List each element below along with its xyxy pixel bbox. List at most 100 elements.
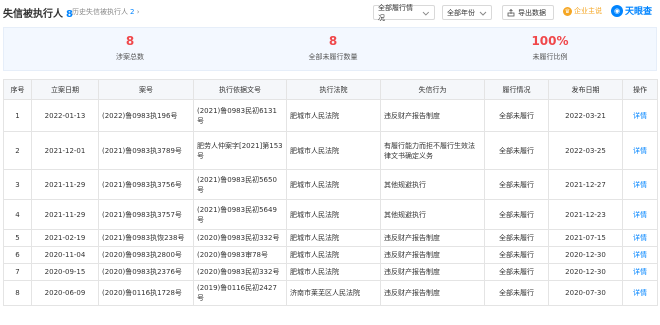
cell-case-no: (2022)鲁0983执196号 (98, 99, 194, 132)
cell-basis-no: (2020)鲁0983审78号 (193, 246, 287, 264)
detail-link[interactable]: 详情 (622, 246, 658, 264)
table-row: 5 2021-02-19 (2021)鲁0983执恢238号 (2020)鲁09… (3, 229, 658, 247)
cell-court[interactable]: 肥城市人民法院 (286, 246, 381, 264)
dishonest-table: 序号 立案日期 案号 执行依据文号 执行法院 失信行为 履行情况 发布日期 操作… (3, 79, 658, 306)
cell-status: 全部未履行 (484, 199, 549, 230)
filter-year-dropdown[interactable]: 全部年份 (442, 5, 492, 20)
cell-status: 全部未履行 (484, 229, 549, 247)
stat-unfulfilled-label: 全部未履行数量 (308, 53, 358, 61)
cell-status: 全部未履行 (484, 131, 549, 170)
cell-basis-no: (2021)鲁0983民初5650号 (193, 169, 287, 200)
chevron-down-icon (422, 11, 430, 16)
cell-index: 8 (3, 280, 32, 306)
cell-filing-date: 2021-12-01 (31, 131, 99, 170)
stat-ratio-label: 未履行比例 (532, 53, 568, 61)
cell-behavior: 违反财产报告制度 (380, 280, 485, 306)
filter-status-value: 全部履行情况 (378, 3, 413, 22)
cell-filing-date: 2020-06-09 (31, 280, 99, 306)
col-header: 序号 (3, 79, 32, 100)
cell-filing-date: 2020-11-04 (31, 246, 99, 264)
cell-status: 全部未履行 (484, 99, 549, 132)
detail-link[interactable]: 详情 (622, 99, 658, 132)
detail-link[interactable]: 详情 (622, 229, 658, 247)
table-row: 2 2021-12-01 (2021)鲁0983执3789号 肥劳人仲案字[20… (3, 131, 658, 170)
cell-court[interactable]: 肥城市人民法院 (286, 99, 381, 132)
cell-behavior: 违反财产报告制度 (380, 99, 485, 132)
stat-unfulfilled: 8 全部未履行数量 (253, 34, 413, 62)
table-row: 6 2020-11-04 (2020)鲁0983执2800号 (2020)鲁09… (3, 246, 658, 264)
export-label: 导出数据 (518, 8, 546, 17)
cell-behavior: 其他规避执行 (380, 169, 485, 200)
filter-status-dropdown[interactable]: 全部履行情况 (373, 3, 435, 22)
cell-basis-no: (2019)鲁0116民初2427号 (193, 280, 287, 306)
cell-filing-date: 2022-01-13 (31, 99, 99, 132)
filter-year-value: 全部年份 (447, 8, 475, 17)
detail-link[interactable]: 详情 (622, 280, 658, 306)
col-header[interactable]: 发布日期 (548, 79, 623, 100)
stats-panel: 8 涉案总数 8 全部未履行数量 100% 未履行比例 (3, 27, 657, 71)
col-header: 执行法院 (286, 79, 381, 100)
export-icon (507, 8, 515, 16)
stat-ratio-value: 100% (531, 34, 569, 48)
col-header: 案号 (98, 79, 194, 100)
export-button[interactable]: 导出数据 (502, 5, 554, 20)
detail-link[interactable]: 详情 (622, 263, 658, 281)
cell-case-no: (2020)鲁0116执1728号 (98, 280, 194, 306)
stat-ratio: 100% 未履行比例 (470, 34, 630, 62)
cell-publish-date: 2022-03-25 (548, 131, 623, 170)
col-header: 操作 (622, 79, 658, 100)
cell-index: 3 (3, 169, 32, 200)
col-header[interactable]: 立案日期 (31, 79, 99, 100)
col-header: 失信行为 (380, 79, 485, 100)
col-header: 执行依据文号 (193, 79, 287, 100)
stat-total: 8 涉案总数 (50, 34, 210, 62)
col-header: 履行情况 (484, 79, 549, 100)
cell-filing-date: 2021-11-29 (31, 199, 99, 230)
brand-name: 天眼查 (625, 7, 653, 17)
history-link[interactable]: 历史失信被执行人 2 › (72, 7, 140, 17)
cell-filing-date: 2020-09-15 (31, 263, 99, 281)
stat-unfulfilled-value: 8 (328, 34, 338, 48)
table-header-row: 序号 立案日期 案号 执行依据文号 执行法院 失信行为 履行情况 发布日期 操作 (3, 79, 658, 100)
cell-behavior: 违反财产报告制度 (380, 263, 485, 281)
table-row: 3 2021-11-29 (2021)鲁0983执3756号 (2021)鲁09… (3, 169, 658, 200)
cell-publish-date: 2021-12-27 (548, 169, 623, 200)
chevron-down-icon (479, 11, 487, 16)
title-text: 失信被执行人 (3, 9, 63, 20)
vip-link[interactable]: ♛ 企业主说 (563, 6, 602, 16)
cell-filing-date: 2021-02-19 (31, 229, 99, 247)
cell-court[interactable]: 肥城市人民法院 (286, 263, 381, 281)
cell-publish-date: 2020-07-30 (548, 280, 623, 306)
cell-behavior: 违反财产报告制度 (380, 246, 485, 264)
detail-link[interactable]: 详情 (622, 131, 658, 170)
cell-basis-no: (2020)鲁0983民初332号 (193, 263, 287, 281)
cell-case-no: (2021)鲁0983执恢238号 (98, 229, 194, 247)
cell-court[interactable]: 肥城市人民法院 (286, 169, 381, 200)
cell-court[interactable]: 肥城市人民法院 (286, 131, 381, 170)
table-row: 4 2021-11-29 (2021)鲁0983执3757号 (2021)鲁09… (3, 199, 658, 230)
vip-label: 企业主说 (574, 7, 602, 15)
cell-court[interactable]: 肥城市人民法院 (286, 199, 381, 230)
cell-index: 1 (3, 99, 32, 132)
brand-logo: ◉ 天眼查 (611, 4, 652, 17)
table-row: 7 2020-09-15 (2020)鲁0983执2376号 (2020)鲁09… (3, 263, 658, 281)
cell-basis-no: (2021)鲁0983民初5649号 (193, 199, 287, 230)
cell-court[interactable]: 济南市莱芜区人民法院 (286, 280, 381, 306)
cell-publish-date: 2020-12-30 (548, 246, 623, 264)
eye-icon: ◉ (611, 4, 623, 17)
cell-status: 全部未履行 (484, 263, 549, 281)
cell-publish-date: 2021-12-23 (548, 199, 623, 230)
crown-icon: ♛ (563, 6, 572, 16)
cell-behavior: 违反财产报告制度 (380, 229, 485, 247)
cell-case-no: (2021)鲁0983执3789号 (98, 131, 194, 170)
detail-link[interactable]: 详情 (622, 169, 658, 200)
table-row: 1 2022-01-13 (2022)鲁0983执196号 (2021)鲁098… (3, 99, 658, 132)
cell-court[interactable]: 肥城市人民法院 (286, 229, 381, 247)
cell-basis-no: 肥劳人仲案字[2021]第153号 (193, 131, 287, 170)
cell-case-no: (2021)鲁0983执3757号 (98, 199, 194, 230)
detail-link[interactable]: 详情 (622, 199, 658, 230)
stat-total-label: 涉案总数 (116, 53, 144, 61)
page-header: 失信被执行人 8 历史失信被执行人 2 › 全部履行情况 全部年份 导出数据 ♛ 企… (0, 0, 660, 24)
cell-behavior: 有履行能力而拒不履行生效法律文书确定义务 (380, 131, 485, 170)
history-label: 历史失信被执行人 (72, 8, 128, 16)
